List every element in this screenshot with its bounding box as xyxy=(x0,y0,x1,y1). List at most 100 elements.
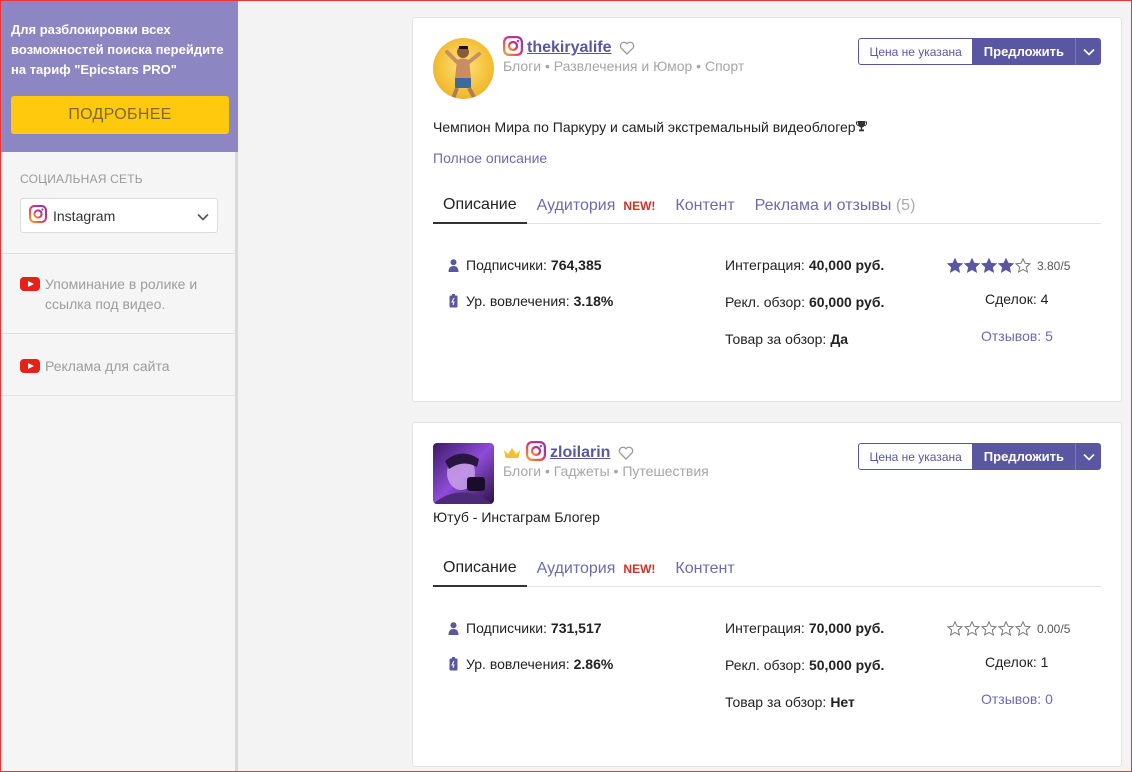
review-label: Рекл. обзор: xyxy=(725,657,805,673)
engagement-label: Ур. вовлечения: xyxy=(466,656,570,672)
blogger-header: thekiryalife Блоги • Развлечения и Юмор … xyxy=(503,35,745,74)
subscribers-label: Подписчики: xyxy=(466,620,547,636)
engagement-stat: Ур. вовлечения: 2.86% xyxy=(447,656,613,672)
price-button[interactable]: Цена не указана xyxy=(858,443,973,470)
avatar[interactable] xyxy=(433,38,494,99)
star-icon xyxy=(964,621,980,636)
subscribers-value: 731,517 xyxy=(550,620,602,636)
social-network-label: СОЦИАЛЬНАЯ СЕТЬ xyxy=(20,172,143,186)
avatar[interactable] xyxy=(433,443,494,504)
star-icon xyxy=(964,258,980,273)
offer-button[interactable]: Предложить xyxy=(972,443,1075,470)
goods-for-review: Товар за обзор: Нет xyxy=(725,694,855,710)
social-network-select[interactable]: Instagram xyxy=(20,198,218,233)
blogger-description: Ютуб - Инстаграм Блогер xyxy=(433,509,600,525)
deals-count: Сделок: 4 xyxy=(985,291,1049,307)
star-icon xyxy=(981,621,997,636)
review-price: Рекл. обзор: 60,000 руб. xyxy=(725,294,884,310)
social-network-value: Instagram xyxy=(53,207,116,224)
youtube-mention-filter: Упоминание в ролике и ссылка под видео. xyxy=(0,254,235,334)
youtube-icon xyxy=(20,359,40,373)
goods-label: Товар за обзор: xyxy=(725,694,827,710)
subscribers-stat: Подписчики: 731,517 xyxy=(447,620,602,636)
star-icon xyxy=(981,258,997,273)
heart-icon[interactable] xyxy=(619,41,635,55)
youtube-ads-label: Реклама для сайта xyxy=(45,358,170,374)
tab-description[interactable]: Описание xyxy=(433,196,527,224)
promo-text: Для разблокировки всех возможностей поис… xyxy=(11,22,224,77)
tab-ads-count: (5) xyxy=(895,197,916,214)
rating-value: 0.00/5 xyxy=(1037,621,1071,636)
subscribers-value: 764,385 xyxy=(550,257,602,273)
star-icon xyxy=(947,258,963,273)
user-icon xyxy=(447,258,459,272)
subscribers-stat: Подписчики: 764,385 xyxy=(447,257,602,273)
review-price: Рекл. обзор: 50,000 руб. xyxy=(725,657,884,673)
reviews-link[interactable]: Отзывов: 0 xyxy=(981,691,1053,707)
description-text: Чемпион Мира по Паркуру и самый экстрема… xyxy=(433,119,856,135)
card-tabs: Описание Аудитория NEW! Контент xyxy=(433,557,1101,587)
chevron-down-icon xyxy=(197,208,209,224)
new-badge: NEW! xyxy=(623,199,656,213)
goods-value: Нет xyxy=(830,694,855,710)
review-value: 60,000 руб. xyxy=(808,294,885,310)
blogger-card: thekiryalife Блоги • Развлечения и Юмор … xyxy=(412,17,1122,402)
trophy-icon xyxy=(855,119,867,135)
tab-audience-label: Аудитория xyxy=(536,197,616,214)
offer-button[interactable]: Предложить xyxy=(972,38,1075,65)
goods-label: Товар за обзор: xyxy=(725,331,827,347)
chevron-down-icon xyxy=(1082,453,1095,461)
review-value: 50,000 руб. xyxy=(808,657,885,673)
star-icon xyxy=(998,621,1014,636)
crown-icon xyxy=(503,447,521,459)
offer-dropdown-button[interactable] xyxy=(1075,443,1101,470)
rating-stars: 0.00/5 xyxy=(947,621,1070,636)
offer-dropdown-button[interactable] xyxy=(1075,38,1101,65)
tab-audience[interactable]: Аудитория NEW! xyxy=(527,560,666,586)
blogger-header: zloilarin Блоги • Гаджеты • Путешествия xyxy=(503,440,709,479)
youtube-ads-link[interactable]: Реклама для сайта xyxy=(20,356,215,376)
youtube-mention-link[interactable]: Упоминание в ролике и ссылка под видео. xyxy=(20,274,215,314)
integration-price: Интеграция: 70,000 руб. xyxy=(725,620,884,636)
instagram-icon xyxy=(526,440,546,466)
rating-stars: 3.80/5 xyxy=(947,258,1070,273)
tab-content[interactable]: Контент xyxy=(665,197,744,223)
card-tabs: Описание Аудитория NEW! Контент Реклама и… xyxy=(433,194,1101,224)
pro-promo: Для разблокировки всех возможностей поис… xyxy=(0,0,238,152)
price-button[interactable]: Цена не указана xyxy=(858,38,973,65)
rating-value: 3.80/5 xyxy=(1037,258,1071,273)
battery-icon xyxy=(447,657,459,671)
blogger-name-link[interactable]: zloilarin xyxy=(550,444,610,462)
engagement-value: 3.18% xyxy=(573,293,614,309)
blogger-categories: Блоги • Развлечения и Юмор • Спорт xyxy=(503,58,745,74)
reviews-link[interactable]: Отзывов: 5 xyxy=(981,328,1053,344)
star-icon xyxy=(947,621,963,636)
engagement-value: 2.86% xyxy=(573,656,614,672)
tab-audience-label: Аудитория xyxy=(536,560,616,577)
price-offer-group: Цена не указана Предложить xyxy=(858,38,1101,65)
goods-for-review: Товар за обзор: Да xyxy=(725,331,848,347)
integration-label: Интеграция: xyxy=(725,257,805,273)
tab-audience[interactable]: Аудитория NEW! xyxy=(527,197,666,223)
subscribers-label: Подписчики: xyxy=(466,257,547,273)
blogger-description: Чемпион Мира по Паркуру и самый экстрема… xyxy=(433,119,867,135)
social-network-filter: СОЦИАЛЬНАЯ СЕТЬ Instagram xyxy=(0,152,235,254)
more-details-button[interactable]: ПОДРОБНЕЕ xyxy=(11,96,229,134)
instagram-icon xyxy=(503,35,523,61)
sidebar: Для разблокировки всех возможностей поис… xyxy=(0,0,238,772)
full-description-link[interactable]: Полное описание xyxy=(433,150,547,166)
tab-ads-reviews[interactable]: Реклама и отзывы (5) xyxy=(745,197,926,223)
engagement-label: Ур. вовлечения: xyxy=(466,293,570,309)
star-icon xyxy=(1015,258,1031,273)
tab-description[interactable]: Описание xyxy=(433,559,527,587)
battery-icon xyxy=(447,294,459,308)
new-badge: NEW! xyxy=(623,562,656,576)
heart-icon[interactable] xyxy=(618,446,634,460)
price-offer-group: Цена не указана Предложить xyxy=(858,443,1101,470)
blogger-card: zloilarin Блоги • Гаджеты • Путешествия … xyxy=(412,422,1122,767)
tab-content[interactable]: Контент xyxy=(665,560,744,586)
integration-value: 70,000 руб. xyxy=(808,620,885,636)
blogger-name-link[interactable]: thekiryalife xyxy=(527,39,611,57)
goods-value: Да xyxy=(830,331,849,347)
integration-value: 40,000 руб. xyxy=(808,257,885,273)
